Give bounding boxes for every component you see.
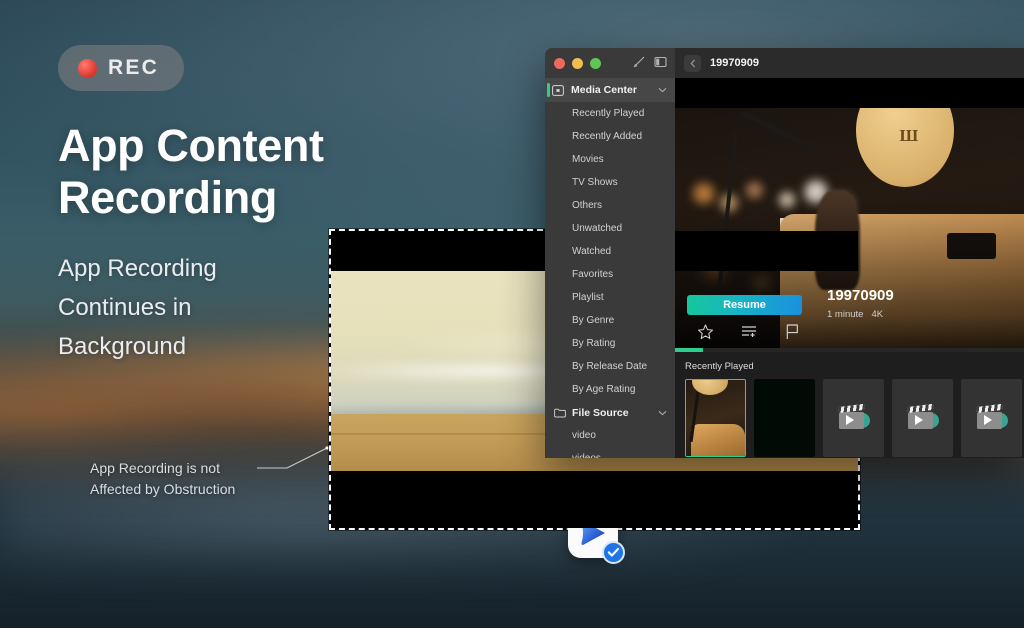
headline-line-1: App Content <box>58 120 324 172</box>
media-center-icon <box>552 85 564 96</box>
video-placeholder-icon <box>977 407 1007 429</box>
playback-progress-bar[interactable] <box>675 348 1024 352</box>
subhead-line-3: Background <box>58 328 217 367</box>
sidebar-item-watched[interactable]: Watched <box>545 240 675 263</box>
action-icon-row <box>687 324 1024 340</box>
thumbnail-artwork <box>686 380 745 456</box>
sidebar-item-label: videos <box>572 453 601 458</box>
video-title: 19970909 <box>827 287 894 304</box>
sidebar-item-tv-shows[interactable]: TV Shows <box>545 171 675 194</box>
recently-played-label: Recently Played <box>685 361 1024 372</box>
sidebar-item-by-rating[interactable]: By Rating <box>545 332 675 355</box>
annotation-line-1: App Recording is not <box>90 458 235 479</box>
thumbnail-item[interactable] <box>892 379 953 457</box>
thumbnail-item[interactable] <box>754 379 815 457</box>
thumbnail-deck <box>691 424 745 456</box>
minimize-button[interactable] <box>572 58 583 69</box>
sidebar-group-file-source[interactable]: File Source <box>545 401 675 424</box>
sidebar-header-label: Media Center <box>571 84 651 96</box>
sidebar-item-label: video <box>572 430 596 441</box>
titlebar-tools <box>633 56 667 68</box>
chevron-down-icon[interactable] <box>658 410 667 416</box>
edit-pencil-icon[interactable] <box>633 56 645 68</box>
sidebar: Media Center Recently Played Recently Ad… <box>545 48 675 458</box>
add-to-playlist-icon[interactable] <box>741 324 758 339</box>
media-center-window[interactable]: Media Center Recently Played Recently Ad… <box>545 48 1024 458</box>
sidebar-header-media-center[interactable]: Media Center <box>545 78 675 102</box>
video-quality: 4K <box>871 309 883 320</box>
sidebar-item-label: TV Shows <box>572 177 618 188</box>
video-meta: 1 minute 4K <box>827 309 891 320</box>
video-placeholder-icon <box>839 407 869 429</box>
sidebar-item-by-release-date[interactable]: By Release Date <box>545 355 675 378</box>
sidebar-item-playlist[interactable]: Playlist <box>545 286 675 309</box>
zoom-button[interactable] <box>590 58 601 69</box>
sidebar-item-label: By Rating <box>572 338 615 349</box>
chevron-left-icon <box>690 59 696 68</box>
sidebar-item-label: Playlist <box>572 292 604 303</box>
sidebar-item-label: Others <box>572 200 602 211</box>
check-badge-icon <box>602 541 625 564</box>
sidebar-item-recently-played[interactable]: Recently Played <box>545 102 675 125</box>
video-hero: Ш 19970909 1 minute4K Resume <box>675 78 1024 348</box>
sidebar-item-others[interactable]: Others <box>545 194 675 217</box>
video-duration: 1 minute <box>827 309 863 320</box>
progress-fill <box>675 348 703 352</box>
subhead-line-1: App Recording <box>58 250 217 289</box>
sidebar-item-label: Watched <box>572 246 611 257</box>
video-placeholder-icon <box>908 407 938 429</box>
sidebar-item-favorites[interactable]: Favorites <box>545 263 675 286</box>
sidebar-toggle-icon[interactable] <box>654 56 667 68</box>
sidebar-item-label: Recently Played <box>572 108 644 119</box>
rec-label: REC <box>108 56 159 80</box>
sidebar-item-movies[interactable]: Movies <box>545 148 675 171</box>
window-titlebar[interactable] <box>545 48 675 78</box>
obstruction-annotation: App Recording is not Affected by Obstruc… <box>90 458 235 501</box>
capture-letterbox-bottom <box>331 471 858 528</box>
sidebar-item-by-age-rating[interactable]: By Age Rating <box>545 378 675 401</box>
thumbnail-item[interactable] <box>961 379 1022 457</box>
sidebar-item-label: Unwatched <box>572 223 622 234</box>
thumbnail-item[interactable] <box>685 379 746 457</box>
sidebar-item-recently-added[interactable]: Recently Added <box>545 125 675 148</box>
sidebar-item-by-genre[interactable]: By Genre <box>545 309 675 332</box>
sidebar-item-label: By Age Rating <box>572 384 635 395</box>
sidebar-item-video[interactable]: video <box>545 424 675 447</box>
headline-line-2: Recording <box>58 172 324 224</box>
subhead-line-2: Continues in <box>58 289 217 328</box>
sidebar-item-label: Recently Added <box>572 131 642 142</box>
thumbnail-item[interactable] <box>823 379 884 457</box>
file-source-label: File Source <box>572 407 652 419</box>
flag-icon[interactable] <box>785 324 800 340</box>
resume-button[interactable]: Resume <box>687 295 802 315</box>
sidebar-item-list: Recently Played Recently Added Movies TV… <box>545 102 675 401</box>
hero-controls: 19970909 1 minute4K Resume <box>675 295 1024 348</box>
thumbnail-row <box>685 379 1024 457</box>
close-button[interactable] <box>554 58 565 69</box>
page-title: App Content Recording <box>58 120 324 224</box>
page-subtitle: App Recording Continues in Background <box>58 250 217 367</box>
recently-played-section: Recently Played <box>675 352 1024 457</box>
breadcrumb: 19970909 <box>710 57 759 69</box>
chevron-down-icon[interactable] <box>658 87 667 93</box>
sidebar-item-unwatched[interactable]: Unwatched <box>545 217 675 240</box>
recording-status-badge: REC <box>58 45 184 91</box>
annotation-line-2: Affected by Obstruction <box>90 479 235 500</box>
thumbnail-artwork <box>754 379 815 457</box>
detail-topbar: 19970909 <box>675 48 1024 78</box>
detail-pane: 19970909 Ш 19970909 1 minute4K <box>675 48 1024 458</box>
favorite-star-icon[interactable] <box>697 324 714 340</box>
traffic-light-controls <box>554 58 601 69</box>
sidebar-item-label: Movies <box>572 154 604 165</box>
back-button[interactable] <box>684 55 701 72</box>
sidebar-item-label: Favorites <box>572 269 613 280</box>
sidebar-item-label: By Release Date <box>572 361 647 372</box>
sidebar-item-label: By Genre <box>572 315 614 326</box>
folder-icon <box>554 408 566 418</box>
sidebar-item-videos[interactable]: videos <box>545 447 675 458</box>
record-dot-icon <box>78 59 97 78</box>
